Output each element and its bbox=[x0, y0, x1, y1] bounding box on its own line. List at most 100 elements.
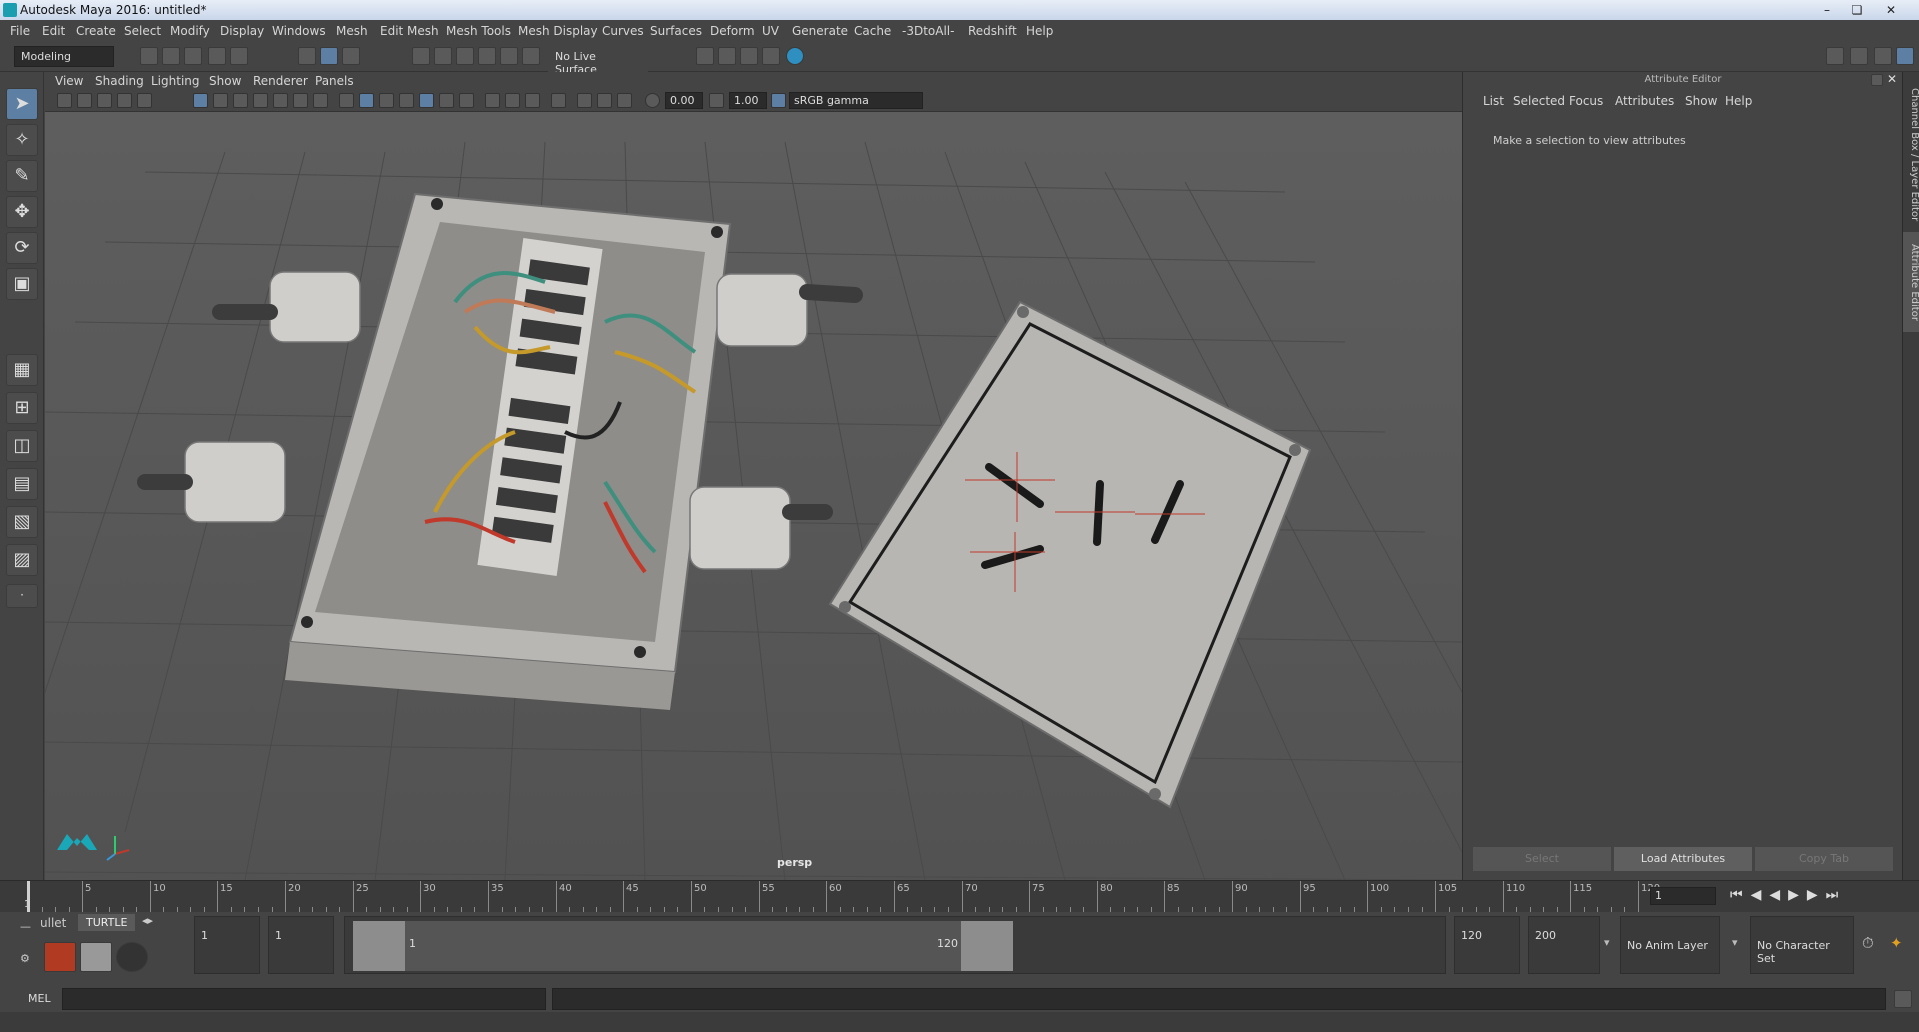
ae-menu-help[interactable]: Help bbox=[1725, 94, 1752, 108]
menu-edit[interactable]: Edit bbox=[42, 24, 65, 38]
ae-menu-show[interactable]: Show bbox=[1685, 94, 1717, 108]
resolution-gate-icon[interactable] bbox=[233, 93, 248, 108]
menu-cache[interactable]: Cache bbox=[854, 24, 891, 38]
menu-create[interactable]: Create bbox=[76, 24, 116, 38]
open-scene-icon[interactable] bbox=[162, 47, 180, 65]
ipr-render-icon[interactable] bbox=[740, 47, 758, 65]
hud-icon[interactable] bbox=[617, 93, 632, 108]
menu-edit-mesh[interactable]: Edit Mesh bbox=[380, 24, 439, 38]
camera-select-icon[interactable] bbox=[57, 93, 72, 108]
paint-select-tool-icon[interactable]: ✎ bbox=[6, 160, 38, 192]
new-scene-icon[interactable] bbox=[140, 47, 158, 65]
close-panel-icon[interactable]: ✕ bbox=[1887, 72, 1897, 86]
snap-projected-icon[interactable] bbox=[522, 47, 540, 65]
panel-menu-view[interactable]: View bbox=[55, 74, 83, 88]
xray-joints-icon[interactable] bbox=[577, 93, 592, 108]
hypershade-icon[interactable] bbox=[786, 47, 804, 65]
ae-select-button[interactable]: Select bbox=[1473, 847, 1611, 871]
load-attributes-button[interactable]: Load Attributes bbox=[1614, 847, 1752, 871]
render-settings-icon[interactable] bbox=[762, 47, 780, 65]
shelf-scroll-icon[interactable]: ◂▸ bbox=[142, 914, 153, 927]
film-gate-icon[interactable] bbox=[213, 93, 228, 108]
gate-mask-icon[interactable] bbox=[253, 93, 268, 108]
turtle-bake-icon[interactable] bbox=[80, 942, 112, 972]
channel-box-tab[interactable]: Channel Box / Layer Editor bbox=[1903, 80, 1919, 230]
time-slider[interactable]: 5 10 15 20 25 30 35 40 45 50 55 60 65 70 75 80 85 90 95 100… bbox=[0, 880, 1919, 913]
snap-curve-icon[interactable] bbox=[434, 47, 452, 65]
range-track[interactable]: 1 1 120 bbox=[344, 916, 1446, 974]
menu-modify[interactable]: Modify bbox=[170, 24, 210, 38]
select-hierarchy-icon[interactable] bbox=[298, 47, 316, 65]
restore-icon[interactable]: ❏ bbox=[1843, 0, 1871, 20]
menu-mesh[interactable]: Mesh bbox=[336, 24, 368, 38]
toggle-channel-box-icon[interactable] bbox=[1896, 47, 1914, 65]
scene-end-field[interactable]: 200 bbox=[1528, 916, 1600, 974]
snap-view-icon[interactable] bbox=[478, 47, 496, 65]
shadows-icon[interactable] bbox=[459, 93, 474, 108]
select-object-icon[interactable] bbox=[320, 47, 338, 65]
camera-lock-icon[interactable] bbox=[77, 93, 92, 108]
turtle-sphere-icon[interactable] bbox=[116, 942, 148, 972]
snap-grid-icon[interactable] bbox=[412, 47, 430, 65]
snap-surface-icon[interactable] bbox=[500, 47, 518, 65]
menu-surfaces[interactable]: Surfaces bbox=[650, 24, 702, 38]
menu-mesh-display[interactable]: Mesh Display bbox=[518, 24, 598, 38]
xray-active-icon[interactable] bbox=[597, 93, 612, 108]
render-view-icon[interactable] bbox=[696, 47, 714, 65]
wireframe-icon[interactable] bbox=[339, 93, 354, 108]
hypershade-layout-icon[interactable]: ▨ bbox=[6, 544, 38, 576]
ae-menu-selected[interactable]: Selected bbox=[1513, 94, 1565, 108]
playback-end-field[interactable]: 120 bbox=[1454, 916, 1520, 974]
panel-menu-panels[interactable]: Panels bbox=[315, 74, 354, 88]
menu-generate[interactable]: Generate bbox=[792, 24, 848, 38]
motion-blur-icon[interactable] bbox=[505, 93, 520, 108]
viewport-persp[interactable]: persp bbox=[45, 112, 1462, 880]
smooth-shade-icon[interactable] bbox=[359, 93, 374, 108]
ae-menu-focus[interactable]: Focus bbox=[1569, 94, 1603, 108]
snap-point-icon[interactable] bbox=[456, 47, 474, 65]
use-all-lights-icon[interactable] bbox=[439, 93, 454, 108]
grid-toggle-icon[interactable] bbox=[193, 93, 208, 108]
menu-3dtoall[interactable]: -3DtoAll- bbox=[902, 24, 954, 38]
render-current-icon[interactable] bbox=[718, 47, 736, 65]
single-view-layout-icon[interactable]: ▦ bbox=[6, 354, 38, 386]
layout-more-icon[interactable]: · bbox=[6, 584, 38, 608]
view-transform-dropdown[interactable]: sRGB gamma bbox=[789, 92, 923, 109]
range-start-handle-face[interactable] bbox=[353, 921, 405, 971]
toggle-attribute-editor-icon[interactable] bbox=[1850, 47, 1868, 65]
four-view-layout-icon[interactable]: ⊞ bbox=[6, 392, 38, 424]
copy-tab-button[interactable]: Copy Tab bbox=[1755, 847, 1893, 871]
playback-controls[interactable]: ⏮◀◀▶▶⏭ bbox=[1730, 887, 1846, 903]
current-frame-field[interactable]: 1 bbox=[1650, 887, 1716, 905]
xray-icon[interactable] bbox=[419, 93, 434, 108]
lasso-tool-icon[interactable]: ✧ bbox=[6, 124, 38, 156]
script-editor-icon[interactable] bbox=[1894, 990, 1912, 1008]
menu-mesh-tools[interactable]: Mesh Tools bbox=[446, 24, 511, 38]
rotate-tool-icon[interactable]: ⟳ bbox=[6, 232, 38, 264]
anti-aliasing-icon[interactable] bbox=[525, 93, 540, 108]
menu-display[interactable]: Display bbox=[220, 24, 264, 38]
command-input[interactable] bbox=[62, 988, 546, 1010]
default-material-icon[interactable] bbox=[379, 93, 394, 108]
undo-icon[interactable] bbox=[208, 47, 226, 65]
wireframe-on-shaded-icon[interactable] bbox=[399, 93, 414, 108]
color-management-icon[interactable] bbox=[771, 93, 786, 108]
float-panel-icon[interactable] bbox=[1871, 74, 1883, 86]
menu-deform[interactable]: Deform bbox=[710, 24, 755, 38]
panel-menu-show[interactable]: Show bbox=[209, 74, 241, 88]
preferences-icon[interactable]: ✦ bbox=[1890, 934, 1903, 952]
select-tool-icon[interactable]: ➤ bbox=[6, 88, 38, 120]
bookmark-icon[interactable] bbox=[97, 93, 112, 108]
attribute-editor-tab[interactable]: Attribute Editor bbox=[1903, 232, 1919, 332]
close-icon[interactable]: ✕ bbox=[1877, 0, 1905, 20]
current-time-marker[interactable] bbox=[27, 881, 30, 913]
panel-menu-lighting[interactable]: Lighting bbox=[151, 74, 200, 88]
image-plane-icon[interactable] bbox=[117, 93, 132, 108]
move-tool-icon[interactable]: ✥ bbox=[6, 196, 38, 228]
menu-set-dropdown[interactable]: Modeling bbox=[14, 46, 114, 67]
panel-menu-renderer[interactable]: Renderer bbox=[253, 74, 308, 88]
panel-menu-shading[interactable]: Shading bbox=[95, 74, 144, 88]
menu-help[interactable]: Help bbox=[1026, 24, 1053, 38]
two-view-layout-icon[interactable]: ◫ bbox=[6, 430, 38, 462]
toggle-modeling-toolkit-icon[interactable] bbox=[1826, 47, 1844, 65]
